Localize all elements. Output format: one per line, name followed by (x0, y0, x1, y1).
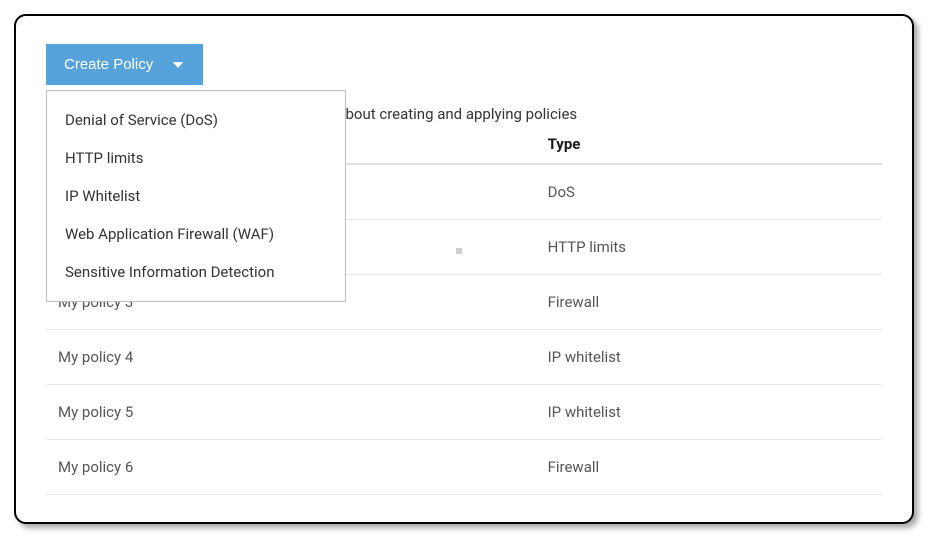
policies-panel: Create Policy on traffic into a Runtime … (14, 14, 914, 524)
cell-type: IP whitelist (548, 403, 882, 421)
cell-name: My policy 5 (46, 403, 548, 421)
dropdown-item-sensitive-info[interactable]: Sensitive Information Detection (47, 253, 345, 291)
table-row[interactable]: My policy 4 IP whitelist (46, 330, 882, 385)
table-row[interactable]: My policy 5 IP whitelist (46, 385, 882, 440)
dropdown-item-waf[interactable]: Web Application Firewall (WAF) (47, 215, 345, 253)
cell-type: HTTP limits (548, 238, 882, 256)
header-type: Type (548, 135, 882, 153)
create-policy-button[interactable]: Create Policy (46, 44, 203, 85)
cell-name: My policy 6 (46, 458, 548, 476)
table-row[interactable]: My policy 6 Firewall (46, 440, 882, 495)
create-policy-label: Create Policy (64, 56, 153, 73)
dropdown-item-dos[interactable]: Denial of Service (DoS) (47, 101, 345, 139)
cell-type: Firewall (548, 293, 882, 311)
cell-type: Firewall (548, 458, 882, 476)
marker-icon (456, 248, 462, 254)
cell-name: My policy 4 (46, 348, 548, 366)
chevron-down-icon (171, 58, 185, 72)
dropdown-item-ip-whitelist[interactable]: IP Whitelist (47, 177, 345, 215)
cell-type: DoS (548, 183, 882, 201)
dropdown-item-http-limits[interactable]: HTTP limits (47, 139, 345, 177)
cell-type: IP whitelist (548, 348, 882, 366)
create-policy-dropdown: Denial of Service (DoS) HTTP limits IP W… (46, 90, 346, 302)
